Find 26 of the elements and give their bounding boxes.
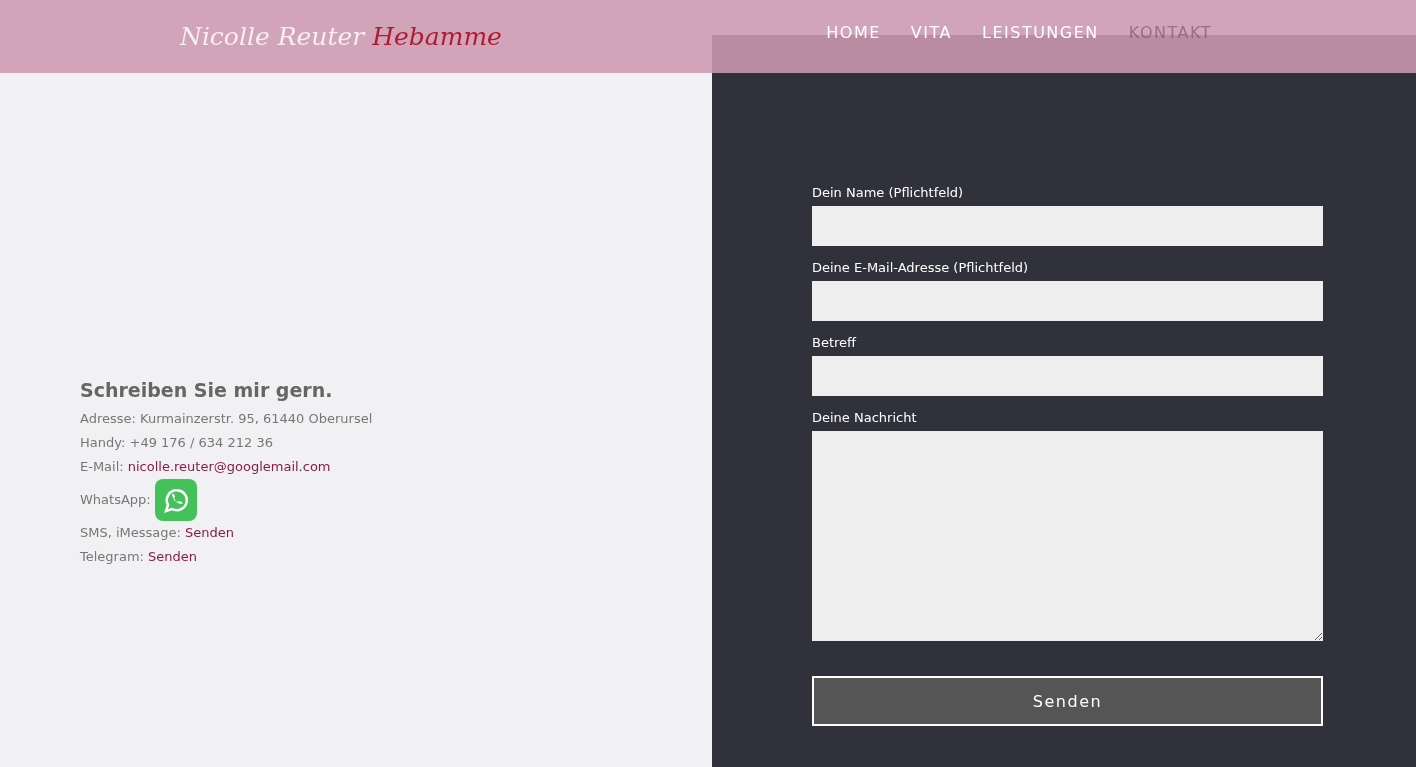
- nav-link[interactable]: HOME: [826, 23, 881, 42]
- input-field[interactable]: [812, 356, 1323, 396]
- contact-label: WhatsApp:: [80, 490, 151, 509]
- contact-text: Adresse: Kurmainzerstr. 95, 61440 Oberursel: [80, 409, 373, 428]
- nav-link[interactable]: VITA: [910, 23, 952, 42]
- input-field[interactable]: [812, 281, 1323, 321]
- logo-title[interactable]: Hebamme: [372, 22, 502, 51]
- contact-link[interactable]: nicolle.reuter@googlemail.com: [127, 454, 331, 479]
- input-field[interactable]: [812, 206, 1323, 246]
- contact-heading: Schreiben Sie mir gern.: [80, 378, 334, 401]
- nav-link[interactable]: KONTAKT: [1128, 23, 1212, 42]
- nav-link[interactable]: LEISTUNGEN: [982, 23, 1099, 42]
- field-label: Deine E-Mail-Adresse (Pflichtfeld): [812, 260, 1030, 275]
- message-field[interactable]: [812, 431, 1323, 641]
- field-label: Dein Name (Pflichtfeld): [812, 185, 965, 200]
- contact-label: E-Mail:: [80, 457, 124, 476]
- field-label: Betreff: [812, 335, 858, 350]
- contact-label: Telegram:: [80, 547, 144, 566]
- logo-name[interactable]: Nicolle Reuter: [180, 22, 365, 51]
- submit-button[interactable]: Senden: [812, 676, 1323, 726]
- contact-label: SMS, iMessage:: [80, 523, 181, 542]
- contact-text: Handy: +49 176 / 634 212 36: [80, 433, 273, 452]
- whatsapp-icon[interactable]: [154, 478, 197, 521]
- contact-link[interactable]: Senden: [184, 520, 234, 545]
- contact-link[interactable]: Senden: [147, 544, 197, 569]
- field-label: Deine Nachricht: [812, 410, 918, 425]
